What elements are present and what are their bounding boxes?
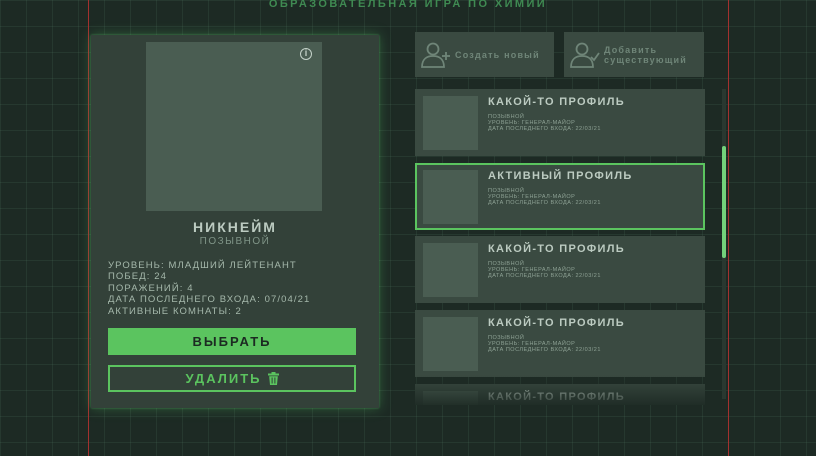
profile-stats: УРОВЕНЬ: МЛАДШИЙ ЛЕЙТЕНАНТ ПОБЕД: 24 ПОР… — [108, 260, 368, 317]
profile-card-last-login: ДАТА ПОСЛЕДНЕГО ВХОДА: 22/03/21 — [488, 273, 601, 280]
add-existing-label-line2: существующий — [604, 54, 687, 65]
selected-profile-panel: i НИКНЕЙМ ПОЗЫВНОЙ УРОВЕНЬ: МЛАДШИЙ ЛЕЙТ… — [91, 35, 379, 408]
stat-level: УРОВЕНЬ: МЛАДШИЙ ЛЕЙТЕНАНТ — [108, 260, 297, 271]
add-existing-label-line1: Добавить — [604, 44, 658, 55]
profile-card-avatar — [423, 170, 478, 224]
select-button[interactable]: ВЫБРАТЬ — [108, 328, 356, 355]
profile-callsign: ПОЗЫВНОЙ — [199, 236, 271, 247]
profile-card-avatar — [423, 96, 478, 150]
profile-card-title: КАКОЙ-ТО ПРОФИЛЬ — [488, 317, 625, 329]
add-existing-profile-button[interactable]: Добавить существующий — [564, 32, 704, 77]
profile-card-title: КАКОЙ-ТО ПРОФИЛЬ — [488, 96, 625, 108]
profile-card-meta: ПОЗЫВНОЙ УРОВЕНЬ: ГЕНЕРАЛ-МАЙОР ДАТА ПОС… — [488, 261, 601, 280]
profile-card-meta: ПОЗЫВНОЙ УРОВЕНЬ: ГЕНЕРАЛ-МАЙОР ДАТА ПОС… — [488, 335, 601, 354]
stat-last-login: ДАТА ПОСЛЕДНЕГО ВХОДА: 07/04/21 — [108, 294, 311, 306]
scrollbar-thumb[interactable] — [722, 146, 726, 258]
frame-border-right — [728, 0, 729, 456]
profile-card-avatar — [423, 243, 478, 297]
profile-card-meta: ПОЗЫВНОЙ УРОВЕНЬ: ГЕНЕРАЛ-МАЙОР ДАТА ПОС… — [488, 188, 601, 207]
user-check-icon — [570, 42, 600, 68]
app-title: ОБРАЗОВАТЕЛЬНАЯ ИГРА ПО ХИМИИ — [268, 0, 548, 10]
create-new-label: Создать новый — [455, 49, 540, 60]
stat-active-rooms: АКТИВНЫЕ КОМНАТЫ: 2 — [108, 305, 242, 317]
profile-card-last-login: ДАТА ПОСЛЕДНЕГО ВХОДА: 22/03/21 — [488, 200, 601, 207]
profile-avatar — [146, 42, 322, 211]
trash-icon — [267, 372, 279, 385]
active-profile-card[interactable]: АКТИВНЫЙ ПРОФИЛЬ ПОЗЫВНОЙ УРОВЕНЬ: ГЕНЕР… — [415, 163, 705, 230]
profile-card-title: АКТИВНЫЙ ПРОФИЛЬ — [488, 170, 633, 182]
profile-card-title: КАКОЙ-ТО ПРОФИЛЬ — [488, 391, 625, 403]
profile-card[interactable]: КАКОЙ-ТО ПРОФИЛЬ ПОЗЫВНОЙ УРОВЕНЬ: ГЕНЕР… — [415, 236, 705, 303]
profile-card-last-login: ДАТА ПОСЛЕДНЕГО ВХОДА: 22/03/21 — [488, 347, 601, 354]
delete-button[interactable]: УДАЛИТЬ — [108, 365, 356, 392]
info-icon[interactable]: i — [300, 48, 312, 60]
stat-losses: ПОРАЖЕНИЙ: 4 — [108, 282, 194, 294]
profile-card-last-login: ДАТА ПОСЛЕДНЕГО ВХОДА: 22/03/21 — [488, 126, 601, 133]
profile-card[interactable]: КАКОЙ-ТО ПРОФИЛЬ ПОЗЫВНОЙ УРОВЕНЬ: ГЕНЕР… — [415, 89, 705, 156]
profile-card[interactable]: КАКОЙ-ТО ПРОФИЛЬ ПОЗЫВНОЙ УРОВЕНЬ: ГЕНЕР… — [415, 310, 705, 377]
profile-card-avatar — [423, 317, 478, 371]
profile-card[interactable]: КАКОЙ-ТО ПРОФИЛЬ — [415, 384, 705, 405]
frame-border-left — [88, 0, 89, 456]
create-new-profile-button[interactable]: Создать новый — [415, 32, 554, 77]
profile-card-avatar — [423, 391, 478, 405]
delete-button-label: УДАЛИТЬ — [185, 371, 262, 386]
add-existing-label: Добавить существующий — [604, 45, 687, 65]
profile-card-meta: ПОЗЫВНОЙ УРОВЕНЬ: ГЕНЕРАЛ-МАЙОР ДАТА ПОС… — [488, 114, 601, 133]
profile-nickname: НИКНЕЙМ — [193, 219, 277, 235]
profile-card-title: КАКОЙ-ТО ПРОФИЛЬ — [488, 243, 625, 255]
stat-wins: ПОБЕД: 24 — [108, 271, 167, 283]
profile-list: КАКОЙ-ТО ПРОФИЛЬ ПОЗЫВНОЙ УРОВЕНЬ: ГЕНЕР… — [415, 89, 705, 405]
user-plus-icon — [421, 42, 450, 68]
